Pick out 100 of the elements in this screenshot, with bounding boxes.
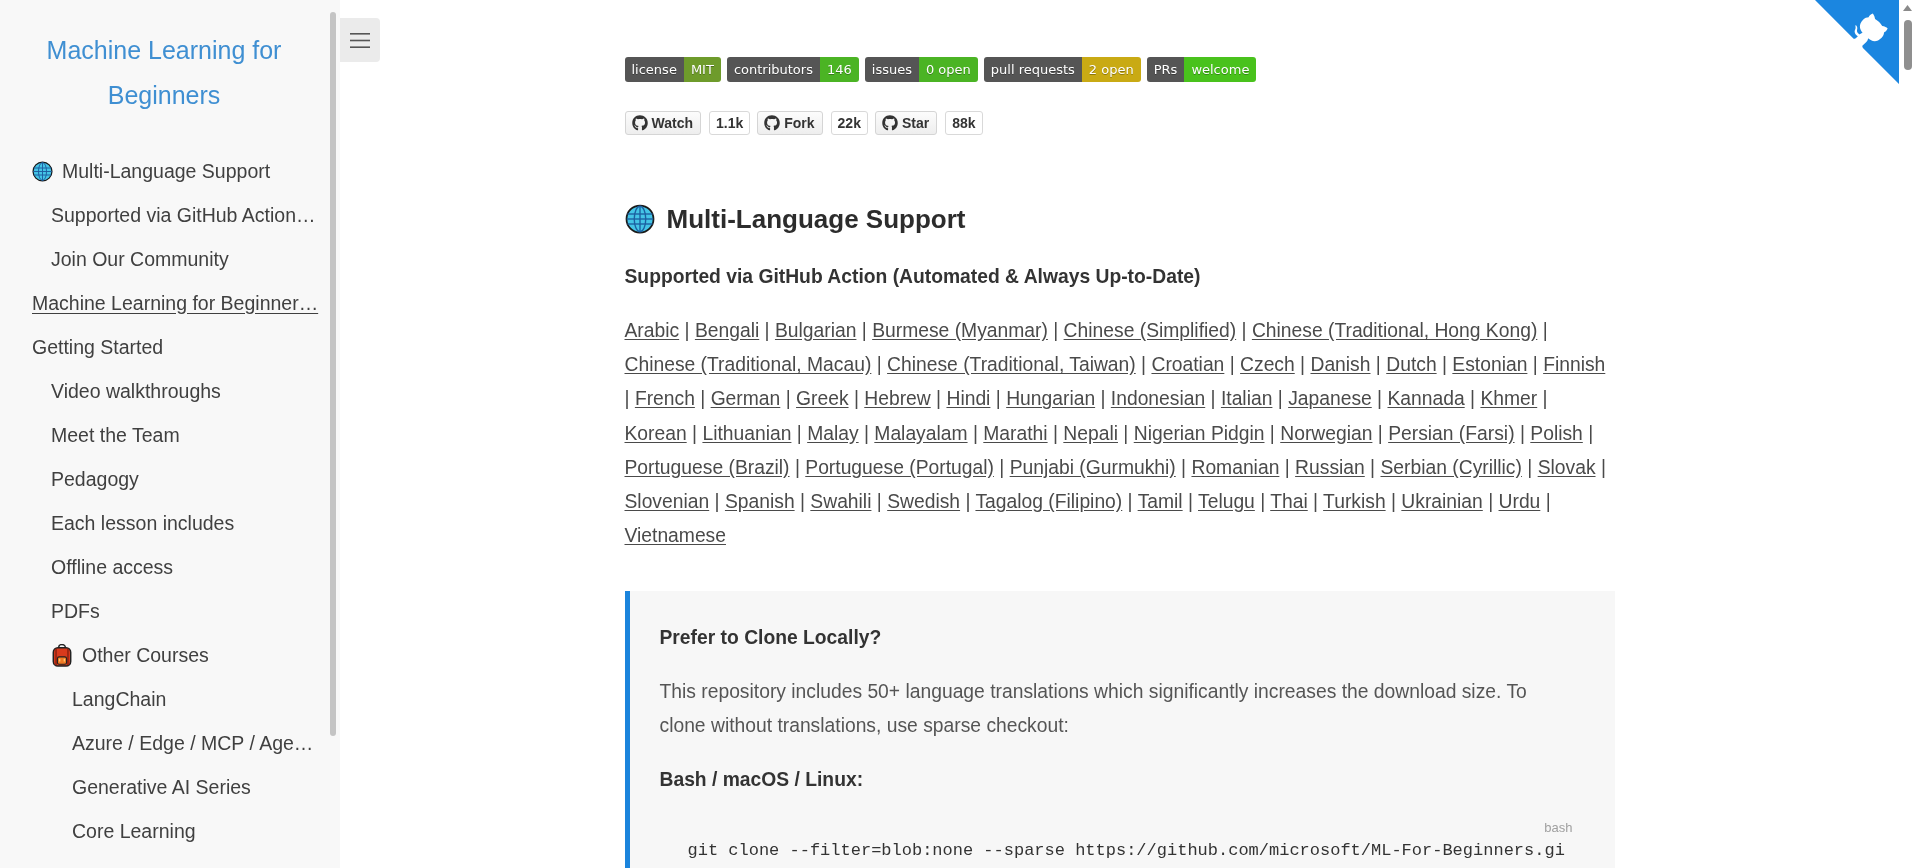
repo-count-link[interactable]: 1.1k [709,111,751,135]
language-link[interactable]: Khmer [1480,388,1538,410]
language-link[interactable]: Urdu [1498,491,1541,512]
language-link[interactable]: Slovak [1537,456,1596,478]
language-link[interactable]: Tagalog (Filipino) [975,491,1123,512]
cat-logo-icon [881,115,898,131]
language-link[interactable]: Thai [1270,491,1308,512]
badge-label[interactable]: PRs [1146,57,1185,82]
sidebar-link[interactable]: Generative AI Series [0,765,328,809]
language-link[interactable]: Danish [1310,354,1371,376]
sidebar-link[interactable]: Each lesson includes [0,501,328,545]
language-link[interactable]: German [710,388,781,410]
language-link[interactable]: Bulgarian [774,320,857,341]
language-link[interactable]: Lithuanian [702,422,792,444]
language-link[interactable]: Punjabi (Gurmukhi) [1009,456,1176,478]
language-link[interactable]: Croatian [1151,354,1225,376]
language-link[interactable]: Nigerian Pidgin [1133,422,1265,444]
code-language-label: bash [1544,820,1573,837]
repo-action-button[interactable]: Star [874,111,938,135]
badge-label[interactable]: contributors [726,57,820,82]
sidebar-link[interactable]: Core Learning [0,809,328,853]
language-link[interactable]: Portuguese (Brazil) [624,456,790,478]
sidebar-link[interactable]: Multi-Language Support [0,149,328,193]
language-link[interactable]: Bengali [694,320,760,341]
language-link[interactable]: Marathi [983,422,1048,444]
language-link[interactable]: Norwegian [1280,422,1373,444]
globe-icon [32,160,53,182]
sidebar-link[interactable]: Offline access [0,545,328,589]
language-link[interactable]: Indonesian [1110,388,1206,410]
backpack-icon [51,643,73,667]
language-link[interactable]: Polish [1530,422,1583,444]
language-link[interactable]: Japanese [1288,388,1372,410]
sidebar-link[interactable]: Meet the Team [0,413,328,457]
language-link[interactable]: Kannada [1387,388,1465,410]
language-link[interactable]: Greek [796,388,849,410]
sidebar-link[interactable]: Video walkthroughs [0,369,328,413]
language-link[interactable]: Swedish [887,491,961,512]
sidebar-link[interactable]: Machine Learning for Beginner… [0,281,328,325]
repo-action-button[interactable]: Fork [757,111,823,135]
section-heading: Multi-Language Support [666,203,966,236]
badge-label[interactable]: issues [864,57,919,82]
language-link[interactable]: Italian [1220,388,1273,410]
language-link[interactable]: Chinese (Traditional, Hong Kong) [1251,320,1538,341]
menu-icon [350,32,370,48]
callout-text: This repository includes 50+ language translations which significantly increases the download size. To clone without translations, use sparse checkout: [659,680,1528,739]
cat-corner-icon[interactable] [1815,0,1899,84]
repo-count-link[interactable]: 88k [945,111,983,135]
language-link[interactable]: Persian (Farsi) [1388,422,1515,444]
sidebar-link[interactable]: LangChain [0,677,328,721]
language-link[interactable]: Malay [807,422,859,444]
sidebar-link[interactable]: Getting Started [0,325,328,369]
globe-icon [624,204,655,234]
language-link[interactable]: Czech [1240,354,1295,376]
language-link[interactable]: Turkish [1323,491,1386,512]
section-subheading: Supported via GitHub Action (Automated & Always Up-to-Date) [624,265,1202,289]
language-link[interactable]: Chinese (Traditional, Macau) [624,354,872,376]
badge-label[interactable]: license [624,57,684,82]
cat-logo-icon [764,115,781,131]
repo-action-button[interactable]: Watch [624,111,701,135]
language-link[interactable]: Romanian [1191,456,1280,478]
language-link[interactable]: Russian [1295,456,1365,478]
cat-logo-icon [631,115,648,131]
sidebar-link[interactable]: Pedagogy [0,457,328,501]
language-link[interactable]: Chinese (Traditional, Taiwan) [887,354,1136,376]
language-link[interactable]: Hebrew [864,388,931,410]
code-line: git clone --filter=blob:none --sparse https://github.com/microsoft/ML-For-Beginners.gi [687,841,1565,862]
language-link[interactable]: French [634,388,695,410]
language-link[interactable]: Estonian [1452,354,1528,376]
sidebar-link[interactable]: Other Courses [0,633,328,677]
language-link[interactable]: Burmese (Myanmar) [872,320,1048,341]
sidebar-link[interactable]: PDFs [0,589,328,633]
language-link[interactable]: Korean [624,422,687,444]
language-link[interactable]: Malayalam [874,422,968,444]
sidebar-link[interactable]: Supported via GitHub Action… [0,193,328,237]
sidebar-link[interactable]: Join Our Community [0,237,328,281]
language-link[interactable]: Telugu [1198,491,1255,512]
language-link[interactable]: Hindi [946,388,991,410]
sidebar-link[interactable]: Azure / Edge / MCP / Age… [0,721,328,765]
scrollbar-thumb[interactable] [330,12,336,736]
language-link[interactable]: Nepali [1063,422,1118,444]
language-links: Arabic | Bengali | Bulgarian | Burmese (Myanmar) | Chinese (Simplified) | Chinese (Traditional, Hong Kong) | Chinese (Traditional, Macau) | Chinese (Traditional, Taiwan) | Croatian | Czech | Danish | Dutch | Estonian | Finnish | French | German | Greek | Hebrew | Hindi | Hungarian | Indonesian | Italian | Japanese | Kannada | Khmer | Korean | Lithuanian | Malay | Malayalam | Marathi | Nepali | Nigerian Pidgin | Norwegian | Persian (Farsi) | Polish | Portuguese (Brazil) | Portuguese (Portugal) | Punjabi (Gurmukhi) | Romanian | Russian | Serbian (Cyrillic) | Slovak | Slovenian | Spanish | Swahili | Swedish | Tagalog (Filipino) | Tamil | Telugu | Thai | Turkish | Ukrainian | Urdu | Vietnamese [624,319,1607,549]
repo-count-link[interactable]: 22k [830,111,868,135]
language-link[interactable]: Spanish [724,491,795,512]
language-link[interactable]: Swahili [810,491,872,512]
language-link[interactable]: Vietnamese [624,525,726,547]
callout-title: Prefer to Clone Locally? [659,626,883,651]
language-link[interactable]: Ukrainian [1401,491,1483,512]
language-link[interactable]: Finnish [1543,354,1606,376]
language-link[interactable]: Tamil [1137,491,1183,512]
scroll-up-arrow-icon[interactable] [1903,5,1912,11]
badge-label[interactable]: pull requests [983,57,1082,82]
language-link[interactable]: Arabic [624,320,680,341]
language-link[interactable]: Portuguese (Portugal) [805,456,994,478]
language-link[interactable]: Chinese (Simplified) [1063,320,1237,341]
language-link[interactable]: Hungarian [1006,388,1096,410]
menu-button[interactable] [340,18,380,62]
language-link[interactable]: Slovenian [624,491,710,512]
language-link[interactable]: Dutch [1386,354,1437,376]
language-link[interactable]: Serbian (Cyrillic) [1380,456,1522,478]
scrollbar-thumb[interactable] [1903,20,1912,70]
